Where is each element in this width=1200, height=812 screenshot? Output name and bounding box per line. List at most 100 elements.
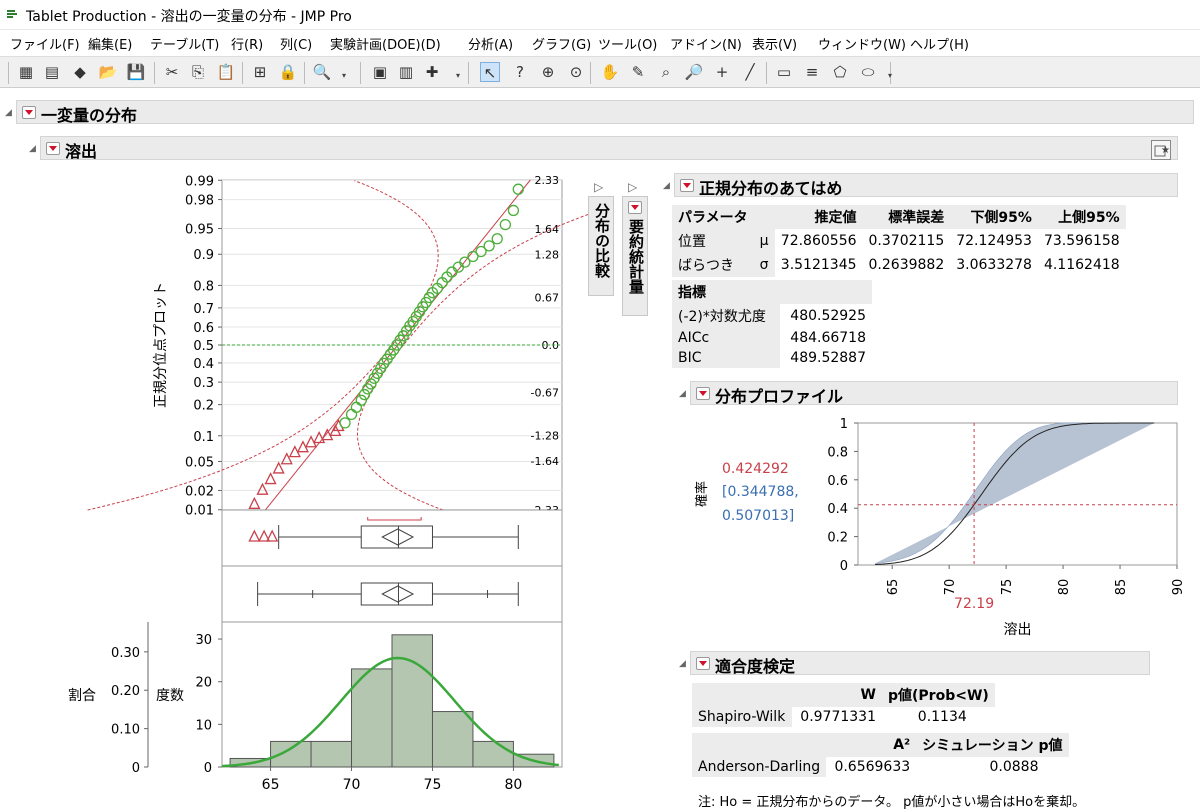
menu-item[interactable]: 行(R) (231, 34, 263, 53)
col-header: p値(Prob<W) (882, 683, 995, 707)
collapse-triangle-icon[interactable]: ◢ (663, 181, 670, 191)
red-triangle-menu-summary[interactable] (628, 201, 642, 214)
formula-icon[interactable]: ⊞ (250, 62, 270, 82)
row-label: (-2)*対数尤度 (672, 304, 780, 328)
help-tool-icon[interactable]: ? (510, 62, 530, 82)
col-header: 下側95% (950, 205, 1038, 229)
collapse-triangle-icon[interactable]: ◢ (679, 389, 686, 399)
y-axis-label: 正規分位点プロット (153, 282, 169, 408)
red-triangle-menu-profiler[interactable] (696, 387, 710, 400)
y-tick-label: 0.05 (185, 455, 214, 470)
hand-tool-icon[interactable]: ✋ (600, 62, 620, 82)
brush-tool-icon[interactable]: ✎ (628, 62, 648, 82)
histogram-bar (472, 740, 514, 768)
z-tick-label: -1.28 (531, 430, 559, 443)
svg-text:★: ★ (1161, 145, 1170, 156)
cell: 72.124953 (956, 233, 1032, 249)
new-data-table-icon[interactable]: ▦ (16, 62, 36, 82)
menu-item[interactable]: ツール(O) (598, 34, 657, 53)
count-tick-label: 30 (195, 633, 212, 648)
plus-tool-icon[interactable]: + (712, 62, 732, 82)
arrow-tool-icon[interactable]: ↖ (480, 62, 500, 82)
prop-tick-label: 0.20 (111, 684, 140, 699)
lock-icon[interactable]: 🔒 (278, 62, 298, 82)
copy-icon[interactable]: ⎘ (188, 62, 208, 82)
current-x-value: 72.19 (954, 596, 994, 612)
y-tick-label: 0.3 (193, 376, 214, 391)
menu-item[interactable]: 実験計画(DOE)(D) (330, 34, 441, 53)
data-view-icon[interactable]: ▥ (396, 62, 416, 82)
outline-gof: ◢ 適合度検定 (679, 651, 1150, 676)
cell: 480.52925 (790, 308, 866, 324)
histogram-bar (310, 740, 353, 768)
tab-summary-label: 要約統計量 (627, 219, 645, 294)
red-triangle-menu-gof[interactable] (696, 657, 710, 670)
col-header (692, 683, 792, 707)
y-tick-label: 0.4 (193, 357, 214, 372)
expand-triangle-icon[interactable]: ▷ (594, 180, 603, 194)
oval-tool-icon[interactable]: ⬭ (858, 62, 878, 82)
tab-distribution-compare[interactable]: 分布の比較 (588, 196, 614, 296)
new-script-icon[interactable]: ▤ (42, 62, 62, 82)
collapse-triangle-icon[interactable]: ◢ (679, 659, 686, 669)
crosshair-tool-icon[interactable]: ⊙ (566, 62, 586, 82)
python-icon[interactable]: ◆ (70, 62, 90, 82)
shape-tool-icon[interactable]: ≡ (802, 62, 822, 82)
cell: 0.9771331 (800, 709, 876, 725)
menu-item[interactable]: テーブル(T) (150, 34, 219, 53)
y-tick-label: 0.1 (193, 430, 214, 445)
collapse-triangle-icon[interactable]: ◢ (5, 108, 12, 118)
menu-item[interactable]: アドイン(N) (670, 34, 742, 53)
paste-icon[interactable]: 📋 (216, 62, 236, 82)
y-tick-label: 0.5 (193, 339, 214, 354)
menu-item[interactable]: ファイル(F) (10, 34, 80, 53)
cut-icon[interactable]: ✂ (162, 62, 182, 82)
menu-item[interactable]: ヘルプ(H) (910, 34, 969, 53)
distribution-plots: 0.990.980.950.90.80.70.60.50.40.30.20.10… (68, 174, 600, 793)
col-header (753, 205, 775, 229)
menu-item[interactable]: ウィンドウ(W) (818, 34, 906, 53)
toolbar: ▦ ▤ ◆ 📂 💾 ✂ ⎘ 📋 ⊞ 🔒 🔍 ▣ ▥ ✚ ↖? ⊕ ⊙ ✋ ✎ ⌕ 🔎 + ╱ ▭ ≡ ⬠ ⬭ ▾ ▾ ▾ (0, 56, 1200, 88)
table-header-row: パラメータ 推定値 標準誤差 下側95% 上側95% (672, 205, 1126, 229)
y-tick-label: 0.98 (185, 194, 214, 209)
red-triangle-menu-univariate[interactable] (22, 106, 36, 119)
menu-bar: ファイル(F) 編集(E) テーブル(T) 行(R) 列(C) 実験計画(DOE)(D) 分… (0, 30, 1200, 56)
open-icon[interactable]: 📂 (98, 62, 118, 82)
menu-item[interactable]: 表示(V) (752, 34, 797, 53)
menu-item[interactable]: 分析(A) (468, 34, 513, 53)
tab-summary-stats[interactable]: 要約統計量 (622, 196, 648, 316)
add-icon[interactable]: ✚ (422, 62, 442, 82)
polygon-tool-icon[interactable]: ⬠ (830, 62, 850, 82)
prop-tick-label: 0.30 (111, 646, 140, 661)
menu-item[interactable]: 編集(E) (88, 34, 132, 53)
journal-icon[interactable]: ▣ (370, 62, 390, 82)
lasso-tool-icon[interactable]: ⌕ (656, 62, 676, 82)
y-tick-label: 0.6 (193, 321, 214, 336)
table-row: 位置 μ 72.860556 0.3702115 72.124953 73.59… (672, 229, 1126, 253)
line-tool-icon[interactable]: ╱ (740, 62, 760, 82)
cell: 3.5121345 (780, 257, 857, 273)
search-icon[interactable]: 🔍 (312, 62, 332, 82)
save-icon[interactable]: 💾 (126, 62, 146, 82)
x-tick-label: 80 (1057, 579, 1072, 596)
pin-icon[interactable]: ★ (1151, 140, 1171, 160)
cell: 73.596158 (1043, 233, 1120, 249)
magnifier-tool-icon[interactable]: 🔎 (684, 62, 704, 82)
count-axis-label: 度数 (156, 688, 184, 704)
col-header (692, 733, 827, 757)
outline-profiler: ◢ 分布プロファイル (679, 381, 1178, 406)
probability-ci-low: [0.344788, (722, 484, 799, 500)
red-triangle-menu-normal-fit[interactable] (680, 179, 694, 192)
row-label: BIC (672, 348, 780, 368)
expand-triangle-icon[interactable]: ▷ (628, 180, 637, 194)
y-axis-label: 確率 (694, 481, 710, 507)
cell: 0.0888 (989, 759, 1039, 775)
x-tick-label: 85 (1114, 579, 1129, 596)
red-triangle-menu-variable[interactable] (46, 142, 60, 155)
selection-tool-icon[interactable]: ⊕ (538, 62, 558, 82)
fit-measures-table: 指標 (-2)*対数尤度 480.52925 AICc 484.66718 BIC 4… (672, 280, 872, 368)
annotate-tool-icon[interactable]: ▭ (774, 62, 794, 82)
menu-item[interactable]: グラフ(G) (532, 34, 591, 53)
collapse-triangle-icon[interactable]: ◢ (29, 144, 36, 154)
menu-item[interactable]: 列(C) (280, 34, 312, 53)
